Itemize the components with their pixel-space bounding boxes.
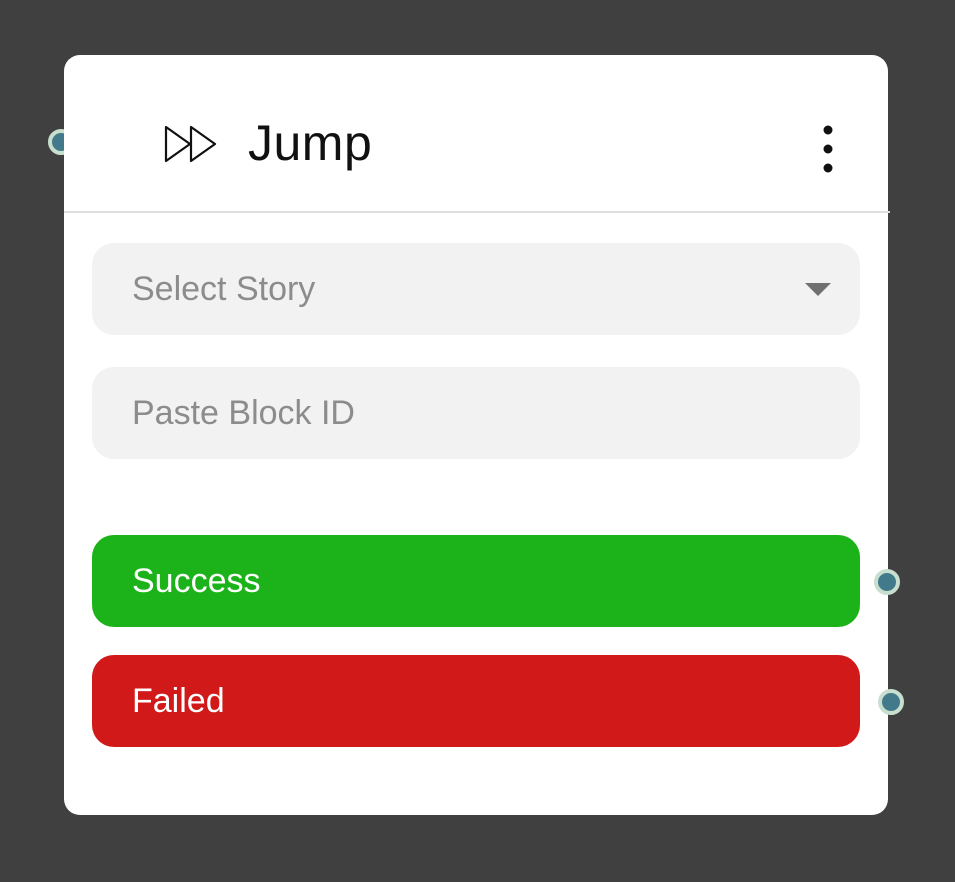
failed-outcome[interactable]: Failed (92, 655, 860, 747)
success-label: Success (132, 562, 261, 600)
success-outcome[interactable]: Success (92, 535, 860, 627)
block-id-placeholder: Paste Block ID (132, 394, 355, 432)
more-options-button[interactable] (808, 121, 848, 177)
story-select[interactable]: Select Story (92, 243, 860, 335)
chevron-down-icon (805, 283, 831, 296)
node-title: Jump (248, 115, 373, 171)
failed-label: Failed (132, 682, 225, 720)
more-vertical-icon (808, 121, 848, 177)
fast-forward-icon (164, 125, 218, 163)
success-output-port[interactable] (874, 569, 900, 595)
block-id-input[interactable]: Paste Block ID (92, 367, 860, 459)
jump-node-card: Jump Select Story Paste Block ID Success… (64, 55, 890, 815)
failed-output-port[interactable] (878, 689, 904, 715)
story-select-placeholder: Select Story (132, 270, 316, 308)
node-header: Jump (64, 55, 890, 213)
